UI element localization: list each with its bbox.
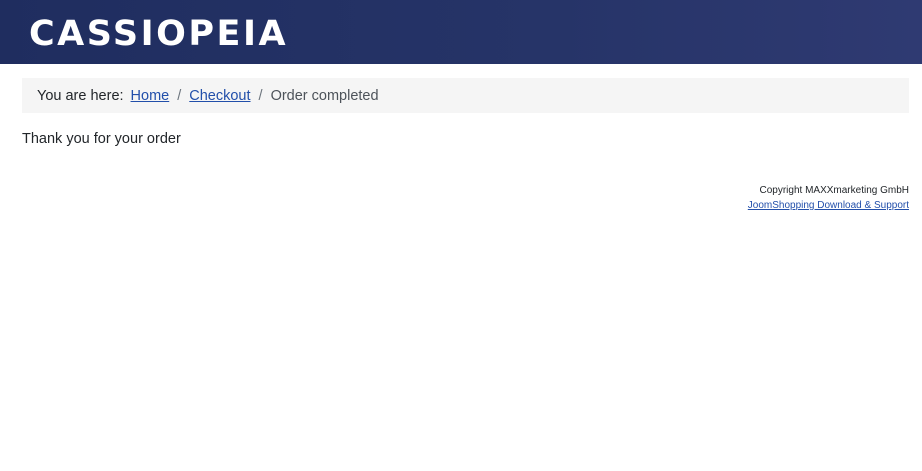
breadcrumb-current: Order completed — [270, 87, 379, 104]
breadcrumb-link-home[interactable]: Home — [131, 88, 170, 104]
breadcrumb-link-checkout[interactable]: Checkout — [189, 88, 250, 104]
footer-copyright: Copyright MAXXmarketing GmbH — [759, 185, 910, 196]
breadcrumb-prefix: You are here: — [37, 87, 124, 104]
order-confirmation-message: Thank you for your order — [22, 131, 181, 147]
brand-logo-link[interactable]: CASSIOPEIA — [29, 14, 288, 54]
footer-support-link[interactable]: JoomShopping Download & Support — [748, 200, 909, 211]
breadcrumb-separator: / — [258, 87, 263, 104]
breadcrumb: You are here: Home / Checkout / Order co… — [22, 78, 909, 113]
breadcrumb-separator: / — [177, 87, 182, 104]
footer: Copyright MAXXmarketing GmbH JoomShoppin… — [748, 183, 909, 213]
site-header: CASSIOPEIA — [0, 0, 922, 64]
